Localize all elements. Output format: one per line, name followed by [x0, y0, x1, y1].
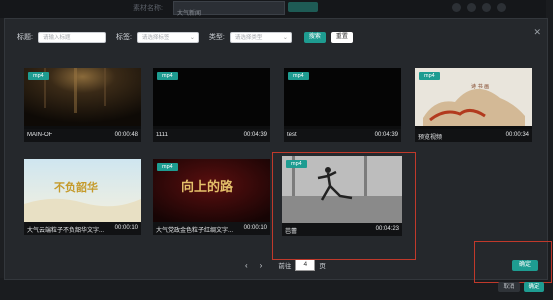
- cancel-button[interactable]: 取消: [498, 282, 520, 292]
- video-duration: 00:00:48: [114, 132, 138, 138]
- title-label: 标题:: [17, 34, 33, 41]
- video-caption: 大气党政金色粒子红绸文字... 00:00:10: [153, 222, 270, 235]
- svg-text:向上的路: 向上的路: [181, 179, 234, 195]
- close-icon[interactable]: ✕: [533, 27, 541, 38]
- next-page-button[interactable]: ›: [260, 261, 263, 270]
- format-badge: mp4: [28, 72, 49, 80]
- background-confirm-button[interactable]: 确定: [524, 282, 544, 292]
- video-name: 大气党政金色粒子红绸文字...: [156, 228, 234, 234]
- background-icons: [452, 3, 506, 12]
- svg-text:诗 书 画: 诗 书 画: [471, 83, 489, 90]
- background-button: [288, 2, 318, 12]
- confirm-button[interactable]: 确定: [512, 260, 538, 271]
- video-duration: 00:00:10: [114, 225, 138, 231]
- chevron-down-icon: ⌄: [282, 34, 288, 41]
- video-card[interactable]: 不负韶华 大气云端粒子不负韶华文字... 00:00:10: [24, 159, 141, 235]
- format-badge: mp4: [288, 72, 309, 80]
- reset-button[interactable]: 重置: [330, 31, 353, 43]
- background-header: 素材名称: 大气新闻: [0, 0, 553, 18]
- video-name: test: [287, 132, 297, 138]
- video-name: MAIN-OF: [27, 132, 53, 138]
- prev-page-button[interactable]: ‹: [245, 261, 248, 270]
- type-select[interactable]: 请选择类型 ⌄: [229, 31, 292, 43]
- video-duration: 00:04:39: [374, 132, 398, 138]
- chevron-down-icon: ⌄: [189, 34, 195, 41]
- video-caption: 大气云端粒子不负韶华文字... 00:00:10: [24, 222, 141, 235]
- format-badge: mp4: [419, 72, 440, 80]
- video-duration: 00:00:34: [505, 132, 529, 138]
- format-badge: mp4: [157, 163, 178, 171]
- video-duration: 00:04:39: [243, 132, 267, 138]
- tag-label: 标签:: [115, 34, 132, 41]
- video-card[interactable]: mp4 test 00:04:39: [284, 68, 401, 142]
- goto-label: 前往: [278, 263, 292, 270]
- background-label: 素材名称:: [133, 5, 163, 12]
- filter-bar: 标题: 请输入标题 标签: 请选择标签 ⌄ 类型: 请选择类型 ⌄ 搜索 重置: [17, 30, 353, 44]
- background-footer: [0, 278, 553, 300]
- background-input: 大气新闻: [173, 1, 285, 17]
- tag-select[interactable]: 请选择标签 ⌄: [136, 31, 199, 43]
- video-caption: 预览视频 00:00:34: [415, 129, 532, 142]
- video-name: 大气云端粒子不负韶华文字...: [27, 228, 105, 234]
- video-card[interactable]: mp4 MAIN-OF 00:00:48: [24, 68, 141, 142]
- video-card[interactable]: 诗 书 画 mp4 预览视频 00:00:34: [415, 68, 532, 142]
- video-duration: 00:00:10: [243, 225, 267, 231]
- video-name: 预览视频: [418, 135, 443, 141]
- type-label: 类型:: [208, 34, 225, 41]
- video-card[interactable]: 向上的路 mp4 大气党政金色粒子红绸文字... 00:00:10: [153, 159, 270, 235]
- video-caption: test 00:04:39: [284, 129, 401, 142]
- pagination: ‹ › 前往 4 页: [245, 259, 326, 271]
- svg-text:不负韶华: 不负韶华: [54, 180, 98, 194]
- page-input[interactable]: 4: [295, 259, 316, 271]
- video-caption: 1111 00:04:39: [153, 129, 270, 142]
- video-name: 1111: [156, 132, 169, 138]
- video-card[interactable]: mp4 1111 00:04:39: [153, 68, 270, 142]
- selected-video-highlight: [272, 152, 416, 260]
- format-badge: mp4: [157, 72, 178, 80]
- title-input[interactable]: 请输入标题: [37, 31, 106, 43]
- page-suffix: 页: [319, 263, 326, 270]
- video-thumbnail: 不负韶华: [24, 159, 141, 222]
- video-caption: MAIN-OF 00:00:48: [24, 129, 141, 142]
- search-button[interactable]: 搜索: [303, 31, 326, 43]
